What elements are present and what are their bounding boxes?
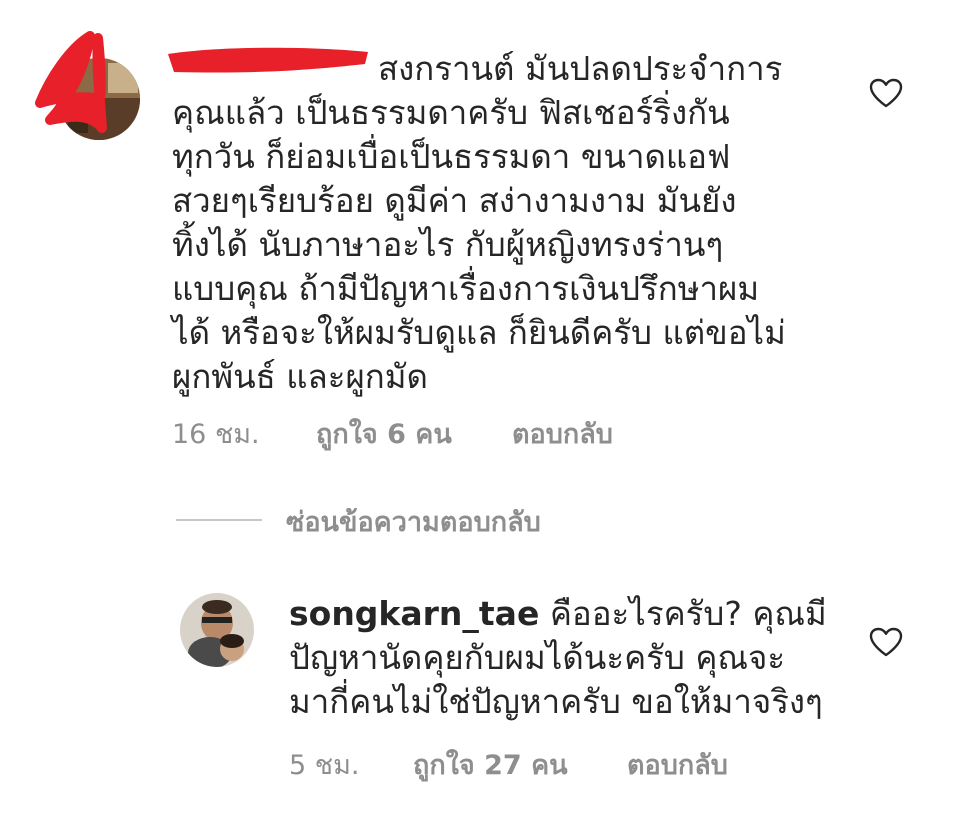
hide-replies-toggle[interactable]: ซ่อนข้อความตอบกลับ	[176, 500, 596, 540]
comment-time: 16 ชม.	[172, 419, 260, 450]
heart-outline-icon[interactable]	[869, 627, 903, 657]
likes-count-button[interactable]: ถูกใจ 27 คน	[413, 743, 568, 786]
comment-line: ทุกวัน ก็ย่อมเบื่อเป็นธรรมดา ขนาดแอฟ	[172, 137, 731, 176]
redaction-scribble	[35, 31, 107, 133]
comment-line: แบบคุณ ถ้ามีปัญหาเรื่องการเงินปรึกษาผม	[172, 269, 760, 308]
heart-outline-icon[interactable]	[869, 78, 903, 108]
avatar[interactable]	[180, 593, 254, 667]
comment-line: มากี่คนไม่ใช่ปัญหาครับ ขอให้มาจริงๆ	[289, 682, 823, 721]
likes-count-button[interactable]: ถูกใจ 6 คน	[316, 412, 452, 455]
divider-line	[176, 519, 262, 521]
comment-line: ปัญหานัดคุยกับผมได้นะครับ คุณจะ	[289, 638, 786, 677]
comment-text: คืออะไรครับ? คุณมี	[549, 594, 827, 633]
username-link[interactable]: songkarn_tae	[289, 594, 539, 633]
comment-line: ผูกพันธ์ และผูกมัด	[172, 357, 428, 396]
hide-replies-label: ซ่อนข้อความตอบกลับ	[286, 507, 541, 538]
comment-line: ทิ้งได้ นับภาษาอะไร กับผู้หญิงทรงร่านๆ	[172, 225, 724, 264]
reply-body: songkarn_tae คืออะไรครับ? คุณมี ปัญหานัด…	[289, 592, 849, 724]
comment-item: สงกรานต์ มันปลดประจำการ คุณแล้ว เป็นธรรม…	[0, 0, 960, 470]
reply-button[interactable]: ตอบกลับ	[627, 743, 728, 786]
comment-line: สวยๆเรียบร้อย ดูมีค่า สง่างามงาม มันยัง	[172, 181, 737, 220]
avatar-photo	[180, 593, 254, 667]
reply-item: songkarn_tae คืออะไรครับ? คุณมี ปัญหานัด…	[0, 580, 960, 810]
comment-line: สงกรานต์ มันปลดประจำการ	[378, 49, 783, 88]
comment-line: คุณแล้ว เป็นธรรมดาครับ ฟิสเชอร์ริ่งกัน	[172, 93, 730, 132]
comment-line: ได้ หรือจะให้ผมรับดูแล ก็ยินดีครับ แต่ขอ…	[172, 313, 786, 352]
comment-body: สงกรานต์ มันปลดประจำการ คุณแล้ว เป็นธรรม…	[172, 47, 812, 399]
comment-meta: 16 ชม. ถูกใจ 6 คน ตอบกลับ	[172, 412, 772, 450]
reply-meta: 5 ชม. ถูกใจ 27 คน ตอบกลับ	[289, 743, 809, 781]
comment-time: 5 ชม.	[289, 750, 360, 781]
comment-line: songkarn_tae คืออะไรครับ? คุณมี	[289, 592, 849, 636]
reply-button[interactable]: ตอบกลับ	[512, 412, 613, 455]
